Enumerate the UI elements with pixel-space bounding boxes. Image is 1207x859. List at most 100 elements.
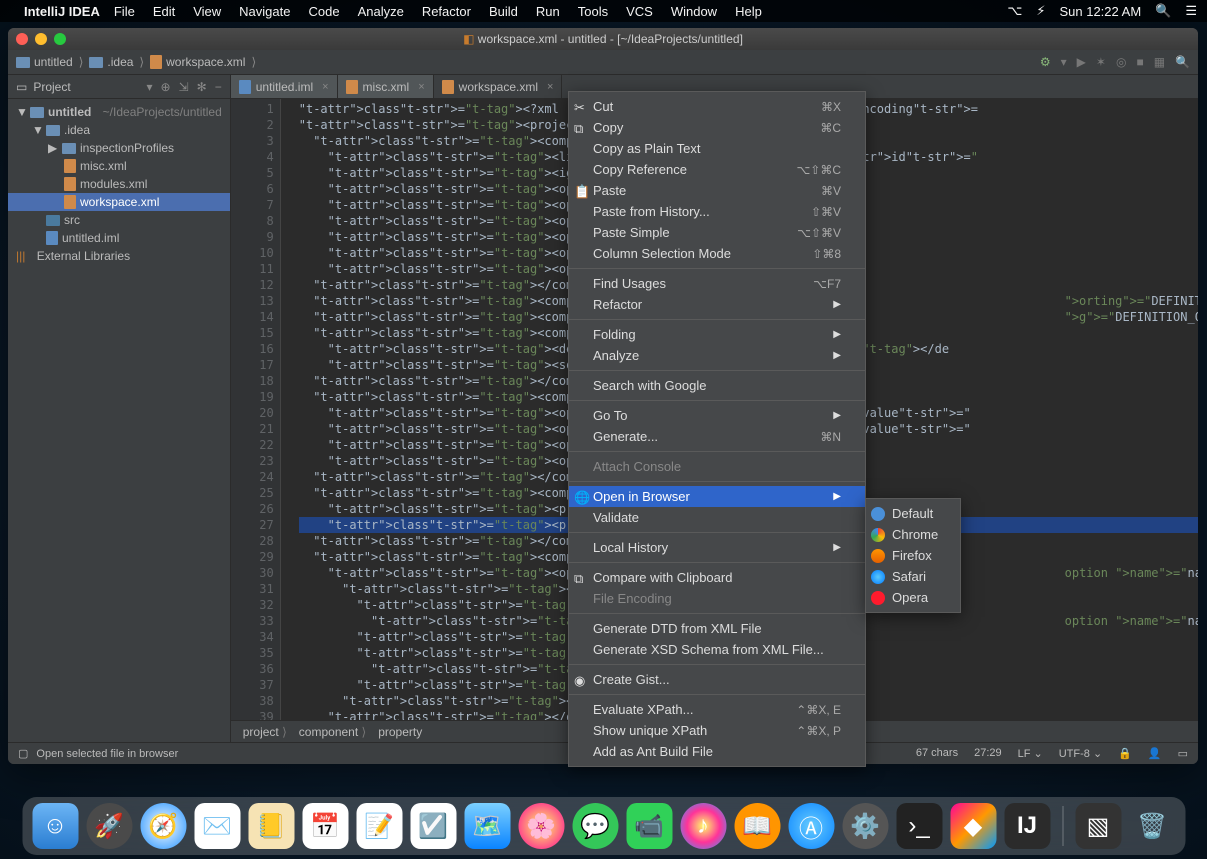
ctx-paste-simple[interactable]: Paste Simple⌥⇧⌘V bbox=[569, 222, 865, 243]
ctx-folding[interactable]: Folding▶ bbox=[569, 324, 865, 345]
close-tab-icon[interactable]: × bbox=[418, 81, 424, 93]
project-tree[interactable]: ▼untitled ~/IdeaProjects/untitled ▼.idea… bbox=[8, 99, 230, 269]
menu-tools[interactable]: Tools bbox=[578, 4, 608, 19]
ctx-paste[interactable]: 📋Paste⌘V bbox=[569, 180, 865, 201]
crumb-project[interactable]: project bbox=[243, 725, 287, 739]
lock-icon[interactable]: 🔒 bbox=[1118, 747, 1132, 760]
dock-contacts[interactable]: 📒 bbox=[248, 803, 294, 849]
dock-reminders[interactable]: ☑️ bbox=[410, 803, 456, 849]
close-tab-icon[interactable]: × bbox=[322, 81, 328, 93]
ctx-goto[interactable]: Go To▶ bbox=[569, 405, 865, 426]
browser-opera[interactable]: Opera bbox=[866, 587, 960, 608]
control-center-icon[interactable]: ☰ bbox=[1185, 3, 1197, 19]
status-caret-pos[interactable]: 27:29 bbox=[974, 747, 1002, 760]
ctx-find-usages[interactable]: Find Usages⌥F7 bbox=[569, 273, 865, 294]
ctx-copy[interactable]: ⧉Copy⌘C bbox=[569, 117, 865, 138]
menu-build[interactable]: Build bbox=[489, 4, 518, 19]
view-options-icon[interactable]: ▾ bbox=[147, 80, 153, 94]
ctx-evaluate-xpath[interactable]: Evaluate XPath...⌃⌘X, E bbox=[569, 699, 865, 720]
dock-launchpad[interactable]: 🚀 bbox=[86, 803, 132, 849]
ctx-cut[interactable]: ✂︎Cut⌘X bbox=[569, 96, 865, 117]
ctx-generate-xsd[interactable]: Generate XSD Schema from XML File... bbox=[569, 639, 865, 660]
memory-indicator[interactable]: ▭ bbox=[1178, 747, 1188, 760]
locate-icon[interactable]: ⊕ bbox=[161, 80, 171, 94]
tree-file-iml[interactable]: untitled.iml bbox=[8, 229, 230, 247]
status-line-sep[interactable]: LF ⌄ bbox=[1018, 747, 1043, 760]
dock-downloads[interactable]: ▧ bbox=[1075, 803, 1121, 849]
fold-column[interactable] bbox=[281, 99, 295, 720]
dock-facetime[interactable]: 📹 bbox=[626, 803, 672, 849]
dock-calendar[interactable]: 📅 bbox=[302, 803, 348, 849]
bluetooth-icon[interactable]: ⌥ bbox=[1007, 3, 1022, 19]
ctx-paste-history[interactable]: Paste from History...⇧⌘V bbox=[569, 201, 865, 222]
inspector-icon[interactable]: 👤 bbox=[1148, 747, 1162, 760]
tab-misc-xml[interactable]: misc.xml× bbox=[338, 75, 434, 98]
menu-run[interactable]: Run bbox=[536, 4, 560, 19]
tree-file-misc[interactable]: misc.xml bbox=[8, 157, 230, 175]
hide-icon[interactable]: − bbox=[215, 80, 222, 94]
maximize-window-button[interactable] bbox=[54, 33, 66, 45]
menu-edit[interactable]: Edit bbox=[153, 4, 175, 19]
menu-navigate[interactable]: Navigate bbox=[239, 4, 290, 19]
spotlight-icon[interactable]: 🔍 bbox=[1155, 3, 1171, 19]
ctx-generate-dtd[interactable]: Generate DTD from XML File bbox=[569, 618, 865, 639]
tab-workspace-xml[interactable]: workspace.xml× bbox=[434, 75, 563, 98]
tree-folder-src[interactable]: src bbox=[8, 211, 230, 229]
browser-default[interactable]: Default bbox=[866, 503, 960, 524]
ctx-copy-plain[interactable]: Copy as Plain Text bbox=[569, 138, 865, 159]
project-panel-title[interactable]: Project bbox=[33, 80, 70, 94]
close-window-button[interactable] bbox=[16, 33, 28, 45]
ctx-create-gist[interactable]: ◉Create Gist... bbox=[569, 669, 865, 690]
menu-vcs[interactable]: VCS bbox=[626, 4, 653, 19]
clock[interactable]: Sun 12:22 AM bbox=[1059, 4, 1141, 19]
dock-photos[interactable]: 🌸 bbox=[518, 803, 564, 849]
dock-ibooks[interactable]: 📖 bbox=[734, 803, 780, 849]
layout-button[interactable]: ▦ bbox=[1154, 55, 1165, 69]
ctx-open-in-browser[interactable]: 🌐Open in Browser▶ bbox=[569, 486, 865, 507]
ctx-copy-reference[interactable]: Copy Reference⌥⇧⌘C bbox=[569, 159, 865, 180]
search-everywhere-icon[interactable]: 🔍 bbox=[1175, 55, 1190, 69]
dock-intellij[interactable]: IJ bbox=[1004, 803, 1050, 849]
tab-untitled-iml[interactable]: untitled.iml× bbox=[231, 75, 338, 98]
menu-code[interactable]: Code bbox=[308, 4, 339, 19]
ctx-add-ant[interactable]: Add as Ant Build File bbox=[569, 741, 865, 762]
run-config-button[interactable]: ⚙︎ bbox=[1040, 55, 1051, 69]
ctx-column-selection[interactable]: Column Selection Mode⇧⌘8 bbox=[569, 243, 865, 264]
tree-file-modules[interactable]: modules.xml bbox=[8, 175, 230, 193]
breadcrumb-folder[interactable]: .idea bbox=[89, 55, 133, 69]
ctx-analyze[interactable]: Analyze▶ bbox=[569, 345, 865, 366]
close-tab-icon[interactable]: × bbox=[547, 81, 553, 93]
menu-window[interactable]: Window bbox=[671, 4, 717, 19]
breadcrumb-file[interactable]: workspace.xml bbox=[150, 55, 245, 69]
crumb-property[interactable]: property bbox=[378, 725, 422, 739]
coverage-button[interactable]: ◎ bbox=[1116, 55, 1126, 69]
line-gutter[interactable]: 1234567891011121314151617181920212223242… bbox=[231, 99, 281, 720]
ctx-file-encoding[interactable]: File Encoding bbox=[569, 588, 865, 609]
dock-finder[interactable]: ☺ bbox=[32, 803, 78, 849]
tree-file-workspace[interactable]: workspace.xml bbox=[8, 193, 230, 211]
minimize-window-button[interactable] bbox=[35, 33, 47, 45]
debug-button[interactable]: ✶ bbox=[1096, 55, 1106, 69]
browser-firefox[interactable]: Firefox bbox=[866, 545, 960, 566]
browser-safari[interactable]: Safari bbox=[866, 566, 960, 587]
menu-help[interactable]: Help bbox=[735, 4, 762, 19]
ctx-local-history[interactable]: Local History▶ bbox=[569, 537, 865, 558]
ctx-compare-clipboard[interactable]: ⧉Compare with Clipboard bbox=[569, 567, 865, 588]
dock-trash[interactable]: 🗑️ bbox=[1129, 803, 1175, 849]
dock-jetbrains-toolbox[interactable]: ◆ bbox=[950, 803, 996, 849]
status-icon[interactable]: ▢ bbox=[18, 747, 28, 760]
dock-safari[interactable]: 🧭 bbox=[140, 803, 186, 849]
menu-analyze[interactable]: Analyze bbox=[358, 4, 404, 19]
collapse-icon[interactable]: ⇲ bbox=[179, 80, 189, 94]
tree-folder-idea[interactable]: ▼.idea bbox=[8, 121, 230, 139]
wifi-icon[interactable]: ⚡︎ bbox=[1036, 3, 1045, 19]
settings-icon[interactable]: ✻ bbox=[197, 80, 207, 94]
ctx-attach-console[interactable]: Attach Console bbox=[569, 456, 865, 477]
tree-external-libraries[interactable]: ||| External Libraries bbox=[8, 247, 230, 265]
ctx-search-google[interactable]: Search with Google bbox=[569, 375, 865, 396]
tree-project-root[interactable]: ▼untitled ~/IdeaProjects/untitled bbox=[8, 103, 230, 121]
tree-folder-inspection[interactable]: ▶inspectionProfiles bbox=[8, 139, 230, 157]
ctx-generate[interactable]: Generate...⌘N bbox=[569, 426, 865, 447]
app-name[interactable]: IntelliJ IDEA bbox=[24, 4, 100, 19]
dock-maps[interactable]: 🗺️ bbox=[464, 803, 510, 849]
